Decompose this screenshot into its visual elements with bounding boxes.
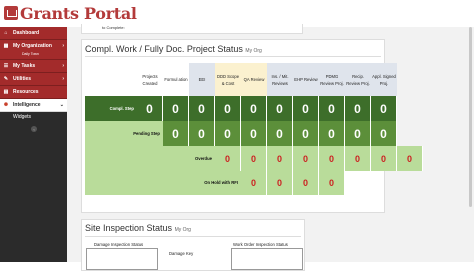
status-count-cell[interactable]: 0 [371,121,397,146]
status-count-cell[interactable]: 0 [371,146,397,171]
status-count-cell[interactable]: 0 [163,121,189,146]
status-count-cell[interactable]: 0 [189,121,215,146]
chevron-right-icon: › [62,76,64,82]
status-count-cell[interactable]: 0 [319,171,345,195]
sidebar-item-my-tasks[interactable]: ☰ My Tasks › [0,60,67,73]
status-count-cell[interactable]: 0 [319,121,345,146]
row-label: Overdue [85,146,215,171]
organization-name: Daily Town [22,52,39,56]
sidebar-item-label: Utilities [13,76,32,82]
sidebar-item-dashboard[interactable]: ⌂ Dashboard [0,27,67,40]
status-count-cell[interactable]: 0 [215,121,241,146]
column-header: DDD Scope & Cost [215,63,241,96]
column-header: QA Review [241,63,267,96]
status-count-cell[interactable]: 0 [241,96,267,121]
damage-inspection-status-label: Damage Inspection Status [94,242,144,247]
sidebar-item-utilities[interactable]: ✎ Utilities › [0,73,67,86]
status-count-cell[interactable]: 0 [267,171,293,195]
column-header: Appl. Signed Proj. [371,63,397,96]
lightbulb-icon: ✺ [3,102,9,108]
chevron-right-icon: › [62,43,64,49]
sidebar-item-label: Resources [13,89,39,95]
wrench-icon: ✎ [3,76,9,82]
chevron-right-icon: › [62,63,64,69]
panel-title: Compl. Work / Fully Doc. Project Status … [85,44,262,54]
status-count-cell[interactable]: 0 [189,96,215,121]
work-order-inspection-status-label: Work Order Inspection Status [233,242,288,247]
status-count-cell[interactable]: 0 [319,96,345,121]
status-count-cell[interactable]: 0 [293,96,319,121]
status-count-cell[interactable]: 0 [267,146,293,171]
sidebar-item-my-organization[interactable]: ▦ My Organization › Daily Town [0,40,67,60]
status-count-cell[interactable]: 0 [293,121,319,146]
home-icon: ⌂ [4,30,8,36]
status-count-cell[interactable]: 0 [267,121,293,146]
row-label: Compl. Step [85,96,137,121]
status-count-cell[interactable]: 0 [137,96,163,121]
column-header: PDMG Review Proj. [319,63,345,96]
sidebar-item-label: Intelligence [13,102,41,108]
column-header: EHP Review [293,63,319,96]
status-count-cell[interactable]: 0 [241,146,267,171]
column-header: Projects Created [142,73,158,86]
work-order-inspection-chart [231,248,303,270]
row-label: Pending Step [85,121,163,146]
column-header: Recip. Review Proj. [345,63,371,96]
sidebar: ⌂ Dashboard ▦ My Organization › Daily To… [0,27,67,262]
damage-inspection-chart [86,248,158,270]
summary-card: to Complete: [81,24,303,34]
project-status-panel: Compl. Work / Fully Doc. Project Status … [81,39,423,213]
collapse-sidebar-icon[interactable]: ‹ [31,126,37,132]
main-content: to Complete: Compl. Work / Fully Doc. Pr… [67,24,474,271]
sidebar-item-label: Dashboard [13,30,40,36]
org-label: My Org [174,227,191,233]
brand-logo[interactable]: Grants Portal [4,2,137,24]
status-count-cell[interactable]: 0 [293,171,319,195]
status-count-cell[interactable]: 0 [215,96,241,121]
panel-title: Site Inspection Status My Org [85,223,191,233]
column-header: Formul ation [164,77,188,82]
summary-card-label: to Complete: [102,25,125,30]
column-header: EEI [189,63,215,96]
status-count-cell[interactable]: 0 [293,146,319,171]
sidebar-item-resources[interactable]: ▤ Resources [0,86,67,99]
divider [85,56,381,57]
chevron-down-icon: ⌄ [59,102,64,108]
status-count-cell[interactable]: 0 [319,146,345,171]
status-count-cell[interactable]: 0 [267,96,293,121]
sidebar-item-intelligence[interactable]: ✺ Intelligence ⌄ [0,99,67,112]
divider [85,236,301,237]
org-label: My Org [245,48,262,54]
scrollbar[interactable] [469,27,472,207]
status-count-cell[interactable]: 0 [215,146,241,171]
folder-icon: ▤ [3,89,9,95]
status-count-cell[interactable]: 0 [397,146,423,171]
status-count-cell[interactable]: 0 [241,171,267,195]
brand-name: Grants Portal [20,3,137,23]
building-icon: ▦ [3,43,9,49]
row-label: On Hold with RFI [85,171,241,195]
tasks-icon: ☰ [3,63,9,69]
status-count-cell[interactable]: 0 [345,121,371,146]
status-count-cell[interactable]: 0 [345,146,371,171]
status-count-cell[interactable]: 0 [163,96,189,121]
sidebar-item-label: My Organization [13,43,52,49]
site-inspection-panel: Site Inspection Status My Org Damage Ins… [81,219,305,271]
status-count-cell[interactable]: 0 [371,96,397,121]
portal-logo-icon [4,6,18,20]
sidebar-subitem-widgets[interactable]: Widgets [0,112,67,122]
status-count-cell[interactable]: 0 [345,96,371,121]
column-header: Ins. / Mit. Reviews [267,63,293,96]
status-count-cell[interactable]: 0 [241,121,267,146]
damage-key-label: Damage Key [169,251,194,256]
sidebar-item-label: My Tasks [13,63,36,69]
